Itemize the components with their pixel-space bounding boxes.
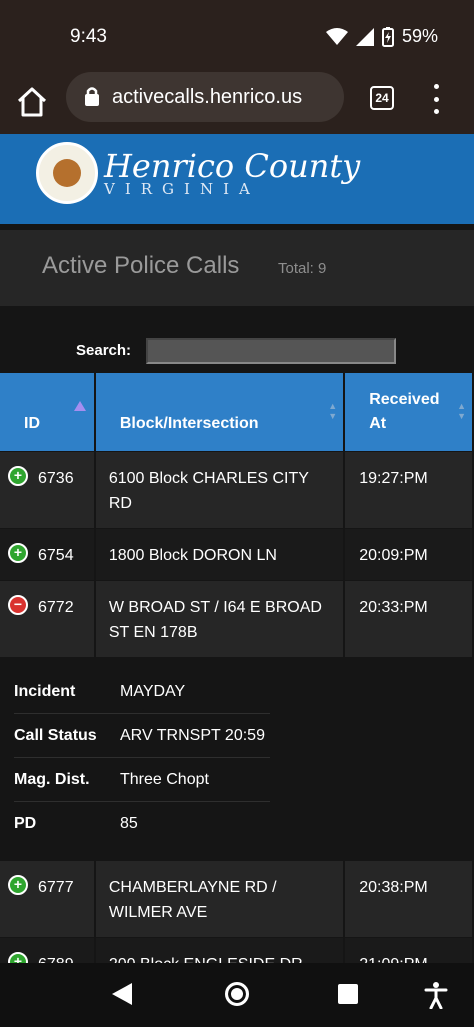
search-label: Search: xyxy=(76,342,132,359)
tab-switcher-button[interactable]: 24 xyxy=(370,86,394,110)
url-text: activecalls.henrico.us xyxy=(112,85,303,108)
column-header-received-label-1: Received xyxy=(369,390,440,408)
status-icons: 59% xyxy=(325,26,438,47)
cell-received: 20:09:PM xyxy=(344,527,474,580)
lock-icon xyxy=(85,87,99,106)
battery-percent: 59% xyxy=(401,26,438,46)
table-row[interactable]: −6772 W BROAD ST / I64 E BROAD ST EN 178… xyxy=(0,579,474,657)
status-bar: 9:43 59% xyxy=(0,0,474,72)
cell-block: W BROAD ST / I64 E BROAD ST EN 178B xyxy=(94,579,346,657)
search-row: Search: xyxy=(0,306,474,372)
signal-icon xyxy=(355,27,374,46)
sort-icon: ▲ ▼ xyxy=(457,401,466,421)
call-id: 6777 xyxy=(38,878,74,896)
row-detail: Incident MAYDAY Call Status ARV TRNSPT 20:… xyxy=(0,656,474,860)
wifi-icon xyxy=(325,27,348,45)
detail-value: MAYDAY xyxy=(120,682,186,700)
cell-id: +6754 xyxy=(0,527,96,580)
sort-ascending-icon xyxy=(73,401,86,411)
cell-block: 6100 Block CHARLES CITY RD xyxy=(94,450,346,528)
detail-row: Mag. Dist. Three Chopt xyxy=(14,758,270,802)
expand-icon[interactable]: + xyxy=(8,543,28,564)
browser-toolbar: activecalls.henrico.us 24 xyxy=(0,72,474,134)
detail-label: Call Status xyxy=(14,726,97,744)
county-seal-logo xyxy=(36,142,98,204)
cell-received: 20:38:PM xyxy=(344,859,474,937)
page-header: Active Police Calls Total: 9 xyxy=(0,230,474,306)
call-id: 6736 xyxy=(38,469,74,487)
page-title: Active Police Calls xyxy=(42,252,240,279)
search-input[interactable] xyxy=(146,338,396,364)
county-banner[interactable]: Henrico County VIRGINIA xyxy=(0,134,474,224)
home-circle-icon[interactable] xyxy=(225,982,249,1006)
detail-row: Incident MAYDAY xyxy=(14,670,270,714)
calls-table: ID Block/Intersection ▲ ▼ Received At ▲ ▼ … xyxy=(0,373,474,989)
detail-value: ARV TRNSPT 20:59 xyxy=(120,726,265,744)
status-time: 9:43 xyxy=(70,26,107,47)
cell-id: −6772 xyxy=(0,579,96,657)
column-header-id-label: ID xyxy=(24,414,40,432)
call-id: 6754 xyxy=(38,546,74,564)
detail-list: Incident MAYDAY Call Status ARV TRNSPT 20:… xyxy=(0,658,472,860)
accessibility-icon[interactable] xyxy=(424,981,448,1009)
more-options-icon[interactable] xyxy=(428,84,444,114)
expand-icon[interactable]: + xyxy=(8,466,28,487)
sort-icon: ▲ ▼ xyxy=(328,401,338,421)
home-icon[interactable] xyxy=(14,84,50,120)
detail-value: Three Chopt xyxy=(120,770,209,788)
row-detail-cell: Incident MAYDAY Call Status ARV TRNSPT 20:… xyxy=(0,656,474,860)
detail-label: Mag. Dist. xyxy=(14,770,90,788)
column-header-received[interactable]: Received At ▲ ▼ xyxy=(344,373,474,451)
column-header-received-label-2: At xyxy=(369,414,387,432)
detail-row: Call Status ARV TRNSPT 20:59 xyxy=(14,714,270,758)
table-row[interactable]: +6777 CHAMBERLAYNE RD / WILMER AVE 20:38… xyxy=(0,859,474,937)
total-count: Total: 9 xyxy=(278,260,327,277)
cell-id: +6777 xyxy=(0,859,96,937)
column-header-block-label: Block/Intersection xyxy=(119,414,259,432)
detail-label: Incident xyxy=(14,682,76,700)
banner-title: Henrico County xyxy=(104,147,361,185)
column-header-block[interactable]: Block/Intersection ▲ ▼ xyxy=(94,373,346,451)
detail-value: 85 xyxy=(120,815,138,832)
cell-received: 19:27:PM xyxy=(344,450,474,528)
cell-id: +6736 xyxy=(0,450,96,528)
collapse-icon[interactable]: − xyxy=(8,595,28,616)
detail-label: PD xyxy=(14,815,37,832)
recent-apps-icon[interactable] xyxy=(338,984,358,1004)
banner-subtitle: VIRGINIA xyxy=(104,180,260,198)
back-icon[interactable] xyxy=(112,983,132,1005)
detail-row: PD 85 xyxy=(14,802,270,846)
cell-received: 20:33:PM xyxy=(344,579,474,657)
cell-block: CHAMBERLAYNE RD / WILMER AVE xyxy=(94,859,346,937)
column-header-id[interactable]: ID xyxy=(0,373,96,451)
cell-block: 1800 Block DORON LN xyxy=(94,527,346,580)
battery-icon xyxy=(381,26,394,47)
table-row[interactable]: +6754 1800 Block DORON LN 20:09:PM xyxy=(0,527,474,580)
table-row[interactable]: +6736 6100 Block CHARLES CITY RD 19:27:P… xyxy=(0,450,474,528)
address-bar[interactable]: activecalls.henrico.us xyxy=(66,72,344,122)
android-nav-bar xyxy=(0,963,474,1027)
call-id: 6772 xyxy=(38,598,74,616)
expand-icon[interactable]: + xyxy=(8,875,28,896)
